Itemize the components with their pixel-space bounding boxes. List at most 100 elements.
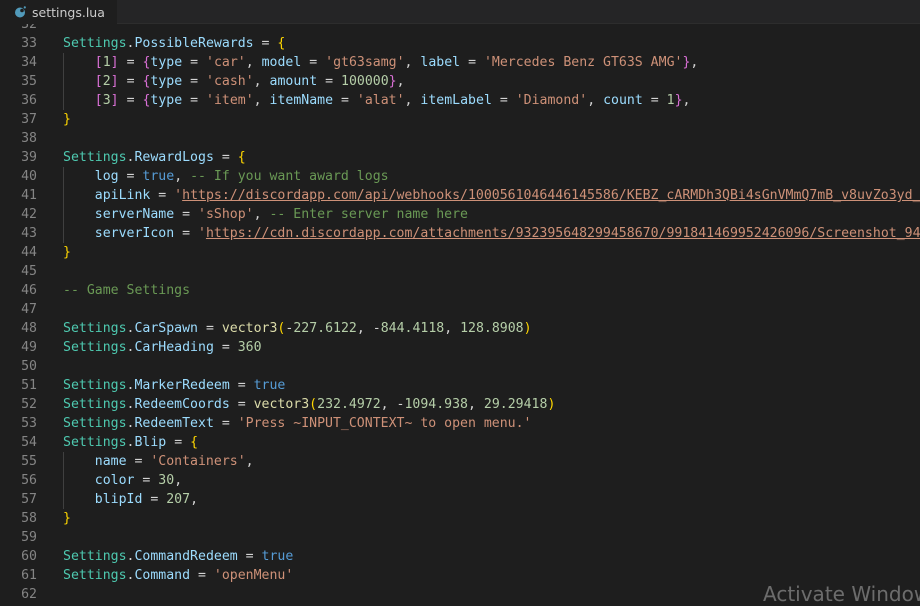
code-line[interactable]: 38 [0,129,920,148]
code-line[interactable]: 36 [3] = {type = 'item', itemName = 'ala… [0,91,920,110]
code-line[interactable]: 59 [0,528,920,547]
code-token: = [253,36,278,51]
code-token: = [317,74,341,89]
code-token: ( [309,397,318,412]
code-text: } [63,110,71,129]
code-token: , [404,93,421,108]
code-token: 227.6122 [293,321,357,336]
line-number: 56 [21,473,37,488]
code-token: = [118,74,143,89]
line-number: 62 [21,587,37,599]
code-line[interactable]: 57 blipId = 207, [0,490,920,509]
code-token: , [253,207,270,222]
code-token: -- If you want award logs [190,169,389,184]
code-line[interactable]: 56 color = 30, [0,471,920,490]
code-token: 128.8908 [460,321,524,336]
code-token: [ [94,74,103,89]
code-token: ) [547,397,556,412]
code-token: , [468,397,484,412]
line-number: 41 [21,188,37,203]
code-token: 'car' [206,55,246,70]
code-token: ] [110,74,119,89]
code-line[interactable]: 41 apiLink = 'https://discordapp.com/api… [0,186,920,205]
code-line[interactable]: 60 Settings.CommandRedeem = true [0,547,920,566]
code-token: = [237,549,262,564]
code-line[interactable]: 49 Settings.CarHeading = 360 [0,338,920,357]
code-line[interactable]: 45 [0,262,920,281]
code-line[interactable]: 47 [0,300,920,319]
code-text: [1] = {type = 'car', model = 'gt63samg',… [63,53,699,72]
code-line[interactable]: 39 Settings.RewardLogs = { [0,148,920,167]
code-token: Settings [63,36,127,51]
code-text: Settings.RedeemText = 'Press ~INPUT_CONT… [63,414,531,433]
code-line[interactable]: 33 Settings.PossibleRewards = { [0,34,920,53]
code-editor[interactable]: 32 33 Settings.PossibleRewards = {34 [1] =… [0,24,920,599]
code-token: = [150,188,175,203]
code-token: Blip [134,435,167,450]
code-line[interactable]: 43 serverIcon = 'https://cdn.discordapp.… [0,224,920,243]
code-line[interactable]: 50 [0,357,920,376]
code-token: log [94,169,119,184]
code-token: Settings [63,435,127,450]
code-token: 232.4972 [317,397,381,412]
code-token: true [253,378,286,393]
code-token: RedeemText [134,416,214,431]
code-token: , [682,93,691,108]
code-token: = [174,207,198,222]
code-token: 360 [237,340,262,355]
code-line[interactable]: 34 [1] = {type = 'car', model = 'gt63sam… [0,53,920,72]
line-number: 44 [21,245,37,260]
code-line[interactable]: 44} [0,243,920,262]
code-token: = [118,55,143,70]
code-token: { [237,150,246,165]
code-text: } [63,243,71,262]
code-token: = [198,321,222,336]
code-line[interactable]: 37} [0,110,920,129]
code-line[interactable]: 53 Settings.RedeemText = 'Press ~INPUT_CO… [0,414,920,433]
tab-settings-lua[interactable]: settings.lua [0,0,117,24]
code-line[interactable]: 32 [0,24,920,34]
code-token: serverIcon [94,226,175,241]
line-number: 33 [21,36,37,51]
code-line[interactable]: 58} [0,509,920,528]
line-number: 53 [21,416,37,431]
line-number: 47 [21,302,37,317]
code-token: Settings [63,321,127,336]
tab-bar: settings.lua [0,0,920,24]
code-token: = [229,397,254,412]
code-text: serverIcon = 'https://cdn.discordapp.com… [63,224,920,243]
code-line[interactable]: 48 Settings.CarSpawn = vector3(-227.6122,… [0,319,920,338]
code-token: Command [134,568,191,583]
code-line[interactable]: 51 Settings.MarkerRedeem = true [0,376,920,395]
code-token: , [253,74,270,89]
indent-guide [63,167,64,243]
code-token: count [603,93,643,108]
code-token: 'Diamond' [515,93,588,108]
code-token: 'item' [206,93,254,108]
code-token: Settings [63,549,127,564]
code-token: CarHeading [134,340,214,355]
code-token: = [642,93,667,108]
code-line[interactable]: 35 [2] = {type = 'cash', amount = 100000… [0,72,920,91]
code-line[interactable]: 42 serverName = 'sShop', -- Enter server… [0,205,920,224]
code-line[interactable]: 54 Settings.Blip = { [0,433,920,452]
code-text: Settings.CarSpawn = vector3(-227.6122, -… [63,319,532,338]
line-number: 35 [21,74,37,89]
code-token: , [253,93,270,108]
code-token: = [118,93,143,108]
code-text: blipId = 207, [63,490,198,509]
code-line[interactable]: 40 log = true, -- If you want award logs [0,167,920,186]
code-token: 'Press ~INPUT_CONTEXT~ to open menu.' [237,416,532,431]
code-token: 844.4118 [380,321,445,336]
code-token: 'cash' [206,74,254,89]
code-line[interactable]: 46 -- Game Settings [0,281,920,300]
code-line[interactable]: 55 name = 'Containers', [0,452,920,471]
code-text: Settings.CarHeading = 360 [63,338,262,357]
code-line[interactable]: 52 Settings.RedeemCoords = vector3(232.49… [0,395,920,414]
code-token: 'gt63samg' [325,55,405,70]
code-token: 30 [158,473,175,488]
